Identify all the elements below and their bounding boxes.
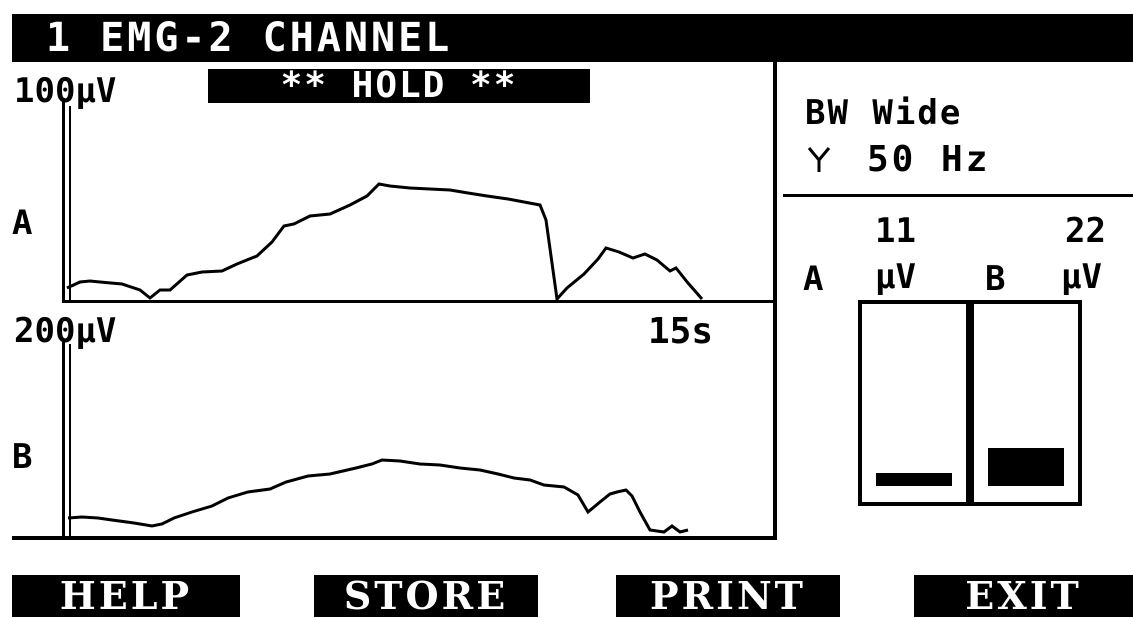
level-b-label: B (985, 259, 1006, 299)
level-a-unit: μV (875, 257, 916, 297)
bandwidth-label: BW Wide (805, 93, 963, 133)
status-panel: BW Wide 50 Hz 11 22 A μV B μV (777, 62, 1133, 542)
level-b-unit: μV (1061, 257, 1102, 297)
trace-panel: 100μV ** HOLD ** A 200μV 15s B (12, 62, 787, 542)
screen-title: 1 EMG-2 CHANNEL (46, 15, 453, 61)
store-button[interactable]: STORE (314, 575, 538, 617)
level-b-bar (970, 300, 1082, 506)
level-a-label: A (803, 259, 824, 299)
status-divider (783, 194, 1133, 197)
level-b-value: 22 (1065, 211, 1106, 251)
print-button[interactable]: PRINT (616, 575, 840, 617)
help-button[interactable]: HELP (12, 575, 240, 617)
exit-button[interactable]: EXIT (914, 575, 1133, 617)
level-a-value: 11 (875, 211, 916, 251)
level-b-bar-fill (988, 448, 1064, 486)
title-bar: 1 EMG-2 CHANNEL (12, 14, 1133, 62)
emg-monitor-screen: 1 EMG-2 CHANNEL 100μV ** HOLD ** A 200μV… (0, 0, 1133, 617)
level-a-bar-fill (876, 473, 952, 486)
line-frequency: 50 Hz (867, 139, 991, 180)
level-a-bar (858, 300, 970, 506)
channel-b-trace (67, 458, 689, 534)
notch-filter-icon (807, 144, 831, 174)
